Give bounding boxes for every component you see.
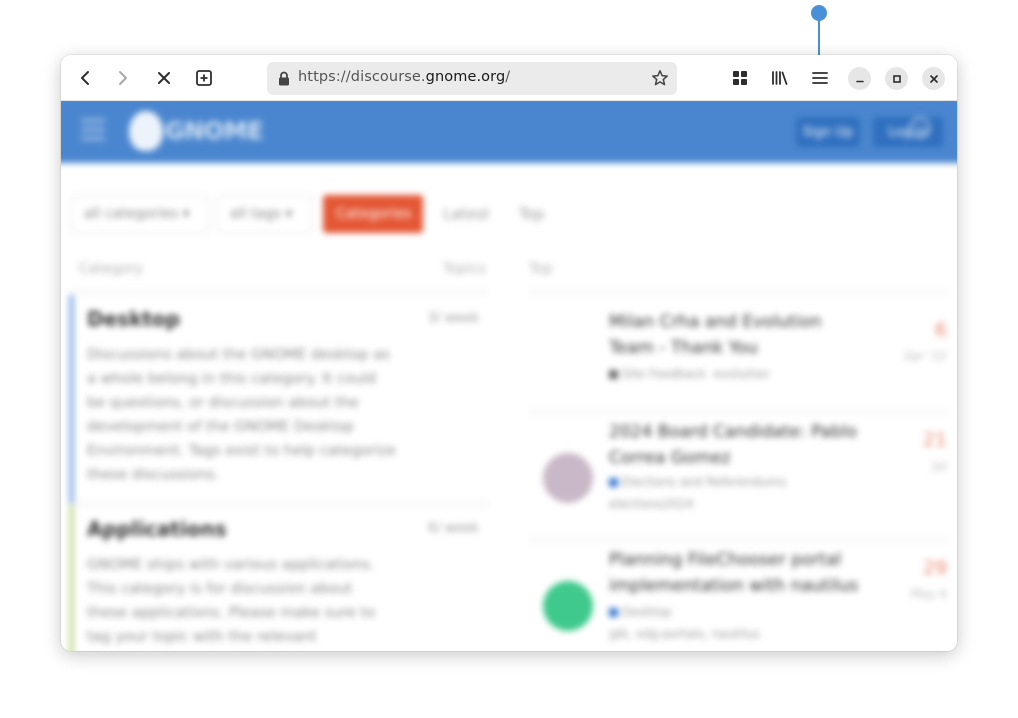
category-filter-dropdown[interactable]: all categories ▾ — [71, 195, 209, 233]
topic-meta: Elections and Referendums — [609, 475, 786, 489]
browser-toolbar: https://discourse.gnome.org/ — [61, 55, 957, 101]
category-row-applications[interactable]: Applications 6/ week GNOME ships with va… — [69, 505, 489, 651]
new-tab-button[interactable] — [189, 63, 219, 93]
url-text[interactable]: https://discourse.gnome.org/ — [298, 69, 510, 85]
stop-loading-button[interactable] — [149, 63, 179, 93]
category-row-desktop[interactable]: Desktop 3/ week Discussions about the GN… — [69, 295, 489, 503]
maximize-button[interactable] — [885, 67, 908, 90]
topic-category[interactable]: Site Feedback — [622, 367, 706, 381]
gnome-foot-logo-icon[interactable] — [129, 111, 163, 151]
divider — [529, 291, 949, 293]
top-tab[interactable]: Top — [519, 205, 544, 223]
topic-row[interactable]: Milan Crha and Evolution Team - Thank Yo… — [531, 305, 951, 405]
chevron-left-icon — [81, 71, 89, 85]
topic-tags[interactable]: elections2024 — [609, 497, 693, 511]
topic-activity: Jul — [932, 459, 947, 473]
top-column-header: Top — [529, 261, 553, 277]
library-icon — [772, 71, 788, 85]
topic-category[interactable]: Elections and Referendums — [622, 475, 786, 489]
category-title[interactable]: Applications — [87, 517, 226, 541]
topic-activity: May 4 — [910, 587, 947, 601]
blurred-page: GNOME Sign Up Log In all categories ▾ al… — [61, 101, 957, 651]
tag-filter-label: all tags — [230, 206, 282, 222]
forward-button[interactable] — [108, 63, 138, 93]
chevron-right-icon — [119, 71, 127, 85]
latest-tab[interactable]: Latest — [443, 205, 489, 223]
minimize-button[interactable] — [848, 67, 871, 90]
divider — [529, 539, 949, 541]
site-menu-icon[interactable] — [81, 119, 105, 141]
url-suffix: / — [505, 69, 511, 85]
topics-column-header: Topics — [443, 261, 486, 277]
star-icon[interactable] — [651, 69, 669, 87]
topic-row[interactable]: 2024 Board Candidate: Pablo Correa Gomez… — [531, 415, 951, 515]
divider — [69, 291, 489, 293]
topic-meta: Desktop — [609, 605, 672, 619]
category-description: GNOME ships with various applications. T… — [87, 557, 376, 645]
hamburger-menu-icon — [812, 72, 828, 84]
topic-row[interactable]: Planning FileChooser portal implementati… — [531, 543, 951, 643]
topic-reply-count: 29 — [922, 557, 947, 579]
topic-reply-count: 6 — [934, 319, 947, 341]
filter-navigation: all categories ▾ all tags ▾ Categories L… — [61, 195, 957, 235]
category-filter-label: all categories — [84, 206, 179, 222]
category-column-header: Category — [79, 261, 143, 277]
user-avatar[interactable] — [543, 453, 593, 503]
main-menu-button[interactable] — [805, 63, 835, 93]
plus-square-icon — [196, 70, 212, 86]
topic-tags[interactable]: gtk, xdg-portals, nautilus — [609, 627, 760, 641]
library-button[interactable] — [765, 63, 795, 93]
categories-tab[interactable]: Categories — [323, 195, 423, 233]
category-topic-count: 3/ week — [428, 311, 479, 326]
category-color-bar — [69, 295, 74, 503]
grid-icon — [733, 71, 747, 85]
topic-reply-count: 21 — [922, 429, 947, 451]
category-description: Discussions about the GNOME desktop as a… — [87, 347, 396, 483]
topic-title[interactable]: Planning FileChooser portal implementati… — [609, 547, 869, 599]
topic-activity: Apr '22 — [903, 349, 947, 363]
web-page-content: GNOME Sign Up Log In all categories ▾ al… — [61, 101, 957, 651]
tabs-overview-button[interactable] — [725, 63, 755, 93]
site-logo-text[interactable]: GNOME — [165, 117, 263, 145]
url-prefix: https://discourse. — [298, 69, 426, 85]
maximize-icon — [892, 74, 901, 83]
minimize-icon — [855, 80, 864, 82]
category-title[interactable]: Desktop — [87, 307, 180, 331]
browser-window: https://discourse.gnome.org/ GNOME Sign … — [61, 55, 957, 651]
topic-title[interactable]: Milan Crha and Evolution Team - Thank Yo… — [609, 309, 869, 361]
category-color-bar — [69, 505, 74, 651]
back-button[interactable] — [70, 63, 100, 93]
close-icon — [929, 74, 938, 83]
close-icon — [158, 72, 170, 84]
address-bar[interactable]: https://discourse.gnome.org/ — [267, 62, 677, 95]
url-host: gnome.org — [425, 69, 506, 85]
close-window-button[interactable] — [922, 67, 945, 90]
topic-tag[interactable]: evolution — [714, 367, 770, 381]
topic-meta: Site Feedback evolution — [609, 367, 769, 381]
search-icon[interactable] — [909, 117, 931, 139]
tag-filter-dropdown[interactable]: all tags ▾ — [217, 195, 313, 233]
log-in-button[interactable]: Log In — [873, 117, 943, 147]
user-avatar[interactable] — [543, 581, 593, 631]
topic-category[interactable]: Desktop — [622, 605, 672, 619]
divider — [529, 411, 949, 413]
category-topic-count: 6/ week — [428, 521, 479, 536]
site-header: GNOME Sign Up Log In — [61, 101, 957, 163]
topic-title[interactable]: 2024 Board Candidate: Pablo Correa Gomez — [609, 419, 869, 471]
sign-up-button[interactable]: Sign Up — [796, 117, 860, 147]
lock-icon — [279, 71, 289, 86]
